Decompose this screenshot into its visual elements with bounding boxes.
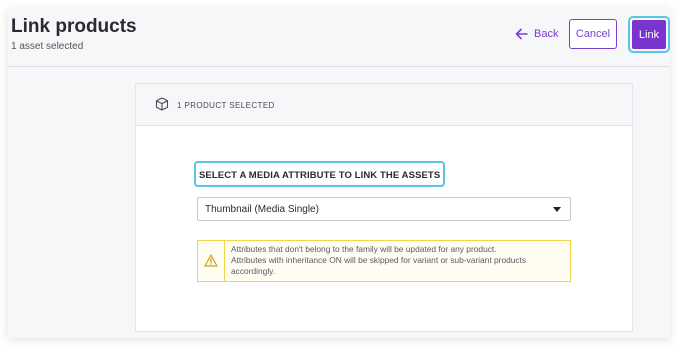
warning-icon <box>204 254 218 272</box>
product-panel: 1 PRODUCT SELECTED SELECT A MEDIA ATTRIB… <box>135 83 633 332</box>
warning-icon-cell <box>198 241 225 281</box>
panel-header: 1 PRODUCT SELECTED <box>136 84 632 126</box>
warning-line: Attributes that don't belong to the fami… <box>231 244 497 254</box>
select-value: Thumbnail (Media Single) <box>205 204 319 215</box>
attribute-label: SELECT A MEDIA ATTRIBUTE TO LINK THE ASS… <box>199 170 441 181</box>
modal-header: Link products 1 asset selected Back Canc… <box>8 8 670 67</box>
box-icon <box>155 97 169 116</box>
arrow-left-icon <box>515 28 528 40</box>
caret-down-icon <box>553 207 561 212</box>
page-subtitle: 1 asset selected <box>11 41 84 52</box>
page-title: Link products <box>11 16 137 37</box>
warning-message: Attributes that don't belong to the fami… <box>197 240 571 282</box>
link-button[interactable]: Link <box>632 20 666 49</box>
warning-text: Attributes that don't belong to the fami… <box>231 244 561 276</box>
media-attribute-select[interactable]: Thumbnail (Media Single) <box>197 197 571 221</box>
cancel-button[interactable]: Cancel <box>569 19 617 49</box>
link-button-focus-ring: Link <box>628 16 670 53</box>
warning-line: Attributes with inheritance ON will be s… <box>231 254 527 265</box>
selected-count: 1 PRODUCT SELECTED <box>177 101 275 110</box>
back-label: Back <box>534 28 559 40</box>
link-products-modal: Link products 1 asset selected Back Canc… <box>8 8 670 338</box>
warning-line: accordingly. <box>231 265 276 276</box>
attribute-label-focus: SELECT A MEDIA ATTRIBUTE TO LINK THE ASS… <box>194 161 446 187</box>
back-button[interactable]: Back <box>515 28 558 40</box>
